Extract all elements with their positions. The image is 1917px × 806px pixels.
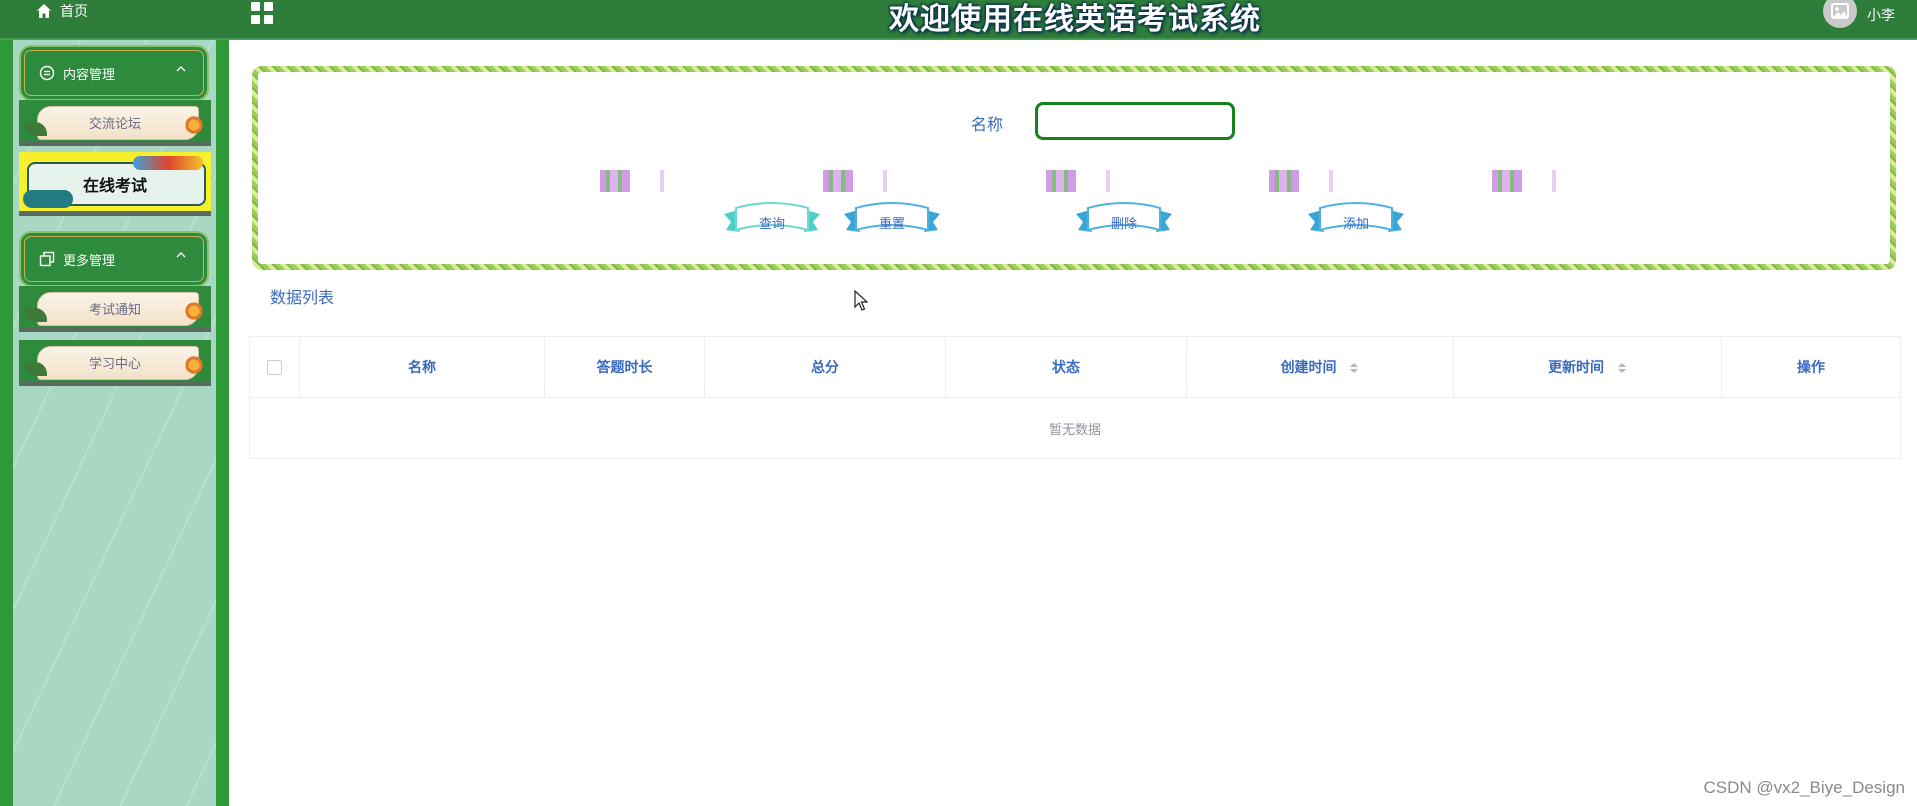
watermark: CSDN @vx2_Biye_Design — [1703, 778, 1905, 797]
delete-button[interactable]: 删除 — [1074, 200, 1174, 240]
column-header-created-time[interactable]: 创建时间 — [1186, 336, 1454, 398]
reset-button-label: 重置 — [878, 217, 905, 232]
grid-menu-icon[interactable] — [251, 2, 273, 24]
user-name: 小李 — [1867, 8, 1895, 24]
reset-button[interactable]: 重置 — [842, 200, 942, 240]
copy-icon — [39, 251, 55, 267]
column-header-label: 操作 — [1797, 360, 1825, 376]
chevron-up-icon — [176, 66, 186, 72]
query-button[interactable]: 查询 — [722, 200, 822, 240]
home-label: 首页 — [60, 4, 88, 20]
name-search-input[interactable] — [1035, 102, 1235, 140]
delete-button-label: 删除 — [1110, 217, 1137, 232]
add-button[interactable]: 添加 — [1306, 200, 1406, 240]
site-title: 欢迎使用在线英语考试系统 — [889, 2, 1261, 37]
sidebar-item-label: 交流论坛 — [88, 117, 141, 132]
mouse-cursor-icon — [854, 290, 868, 311]
column-header-status: 状态 — [945, 336, 1187, 398]
home-link[interactable]: 首页 — [36, 0, 88, 22]
column-header-duration: 答题时长 — [544, 336, 705, 398]
flower-decoration — [540, 170, 1620, 192]
chevron-up-icon — [176, 252, 186, 258]
select-all-checkbox[interactable] — [267, 359, 282, 375]
sidebar-item-study-center[interactable]: 学习中心 — [19, 340, 211, 386]
message-icon — [39, 65, 55, 81]
sidebar-item-forum[interactable]: 交流论坛 — [19, 100, 211, 146]
column-header-label: 总分 — [811, 360, 839, 376]
sidebar-item-label: 在线考试 — [82, 176, 147, 195]
sidebar: 内容管理 交流论坛 在线考试 更多管理 考试通知 学习中心 — [13, 40, 216, 806]
sidebar-item-online-exam[interactable]: 在线考试 — [19, 152, 211, 216]
sidebar-group-label: 更多管理 — [63, 253, 116, 269]
sidebar-item-label: 考试通知 — [88, 303, 141, 318]
empty-text: 暂无数据 — [249, 397, 1901, 459]
sort-icon[interactable] — [1617, 362, 1627, 374]
sidebar-group-content-management[interactable]: 内容管理 — [19, 45, 209, 101]
add-button-label: 添加 — [1342, 217, 1369, 232]
column-header-label: 创建时间 — [1280, 360, 1337, 376]
table-header-row: 名称 答题时长 总分 状态 创建时间 更新时间 操作 — [249, 336, 1901, 398]
column-header-label: 答题时长 — [596, 360, 653, 376]
home-icon — [37, 4, 51, 18]
sidebar-group-label: 内容管理 — [63, 67, 116, 83]
column-header-name: 名称 — [299, 336, 545, 398]
column-header-label: 名称 — [408, 360, 436, 376]
column-header-updated-time[interactable]: 更新时间 — [1453, 336, 1722, 398]
image-placeholder-icon — [1831, 3, 1849, 19]
sidebar-item-label: 学习中心 — [88, 357, 141, 372]
select-all-cell — [249, 336, 300, 398]
sort-icon[interactable] — [1349, 362, 1359, 374]
user-menu[interactable]: 小李 — [1823, 0, 1895, 30]
top-header: 首页 欢迎使用在线英语考试系统 小李 — [0, 0, 1917, 40]
data-table: 名称 答题时长 总分 状态 创建时间 更新时间 操作 暂无数据 — [249, 336, 1901, 459]
sidebar-item-exam-notice[interactable]: 考试通知 — [19, 286, 211, 332]
data-list-title: 数据列表 — [270, 288, 335, 307]
column-header-label: 状态 — [1052, 360, 1080, 376]
column-header-label: 更新时间 — [1548, 360, 1605, 376]
query-button-label: 查询 — [758, 217, 785, 232]
column-header-actions: 操作 — [1721, 336, 1901, 398]
name-label: 名称 — [971, 115, 1004, 134]
sidebar-group-more-management[interactable]: 更多管理 — [19, 231, 209, 287]
column-header-total-score: 总分 — [704, 336, 946, 398]
avatar — [1823, 0, 1857, 28]
table-empty-row: 暂无数据 — [249, 397, 1901, 459]
